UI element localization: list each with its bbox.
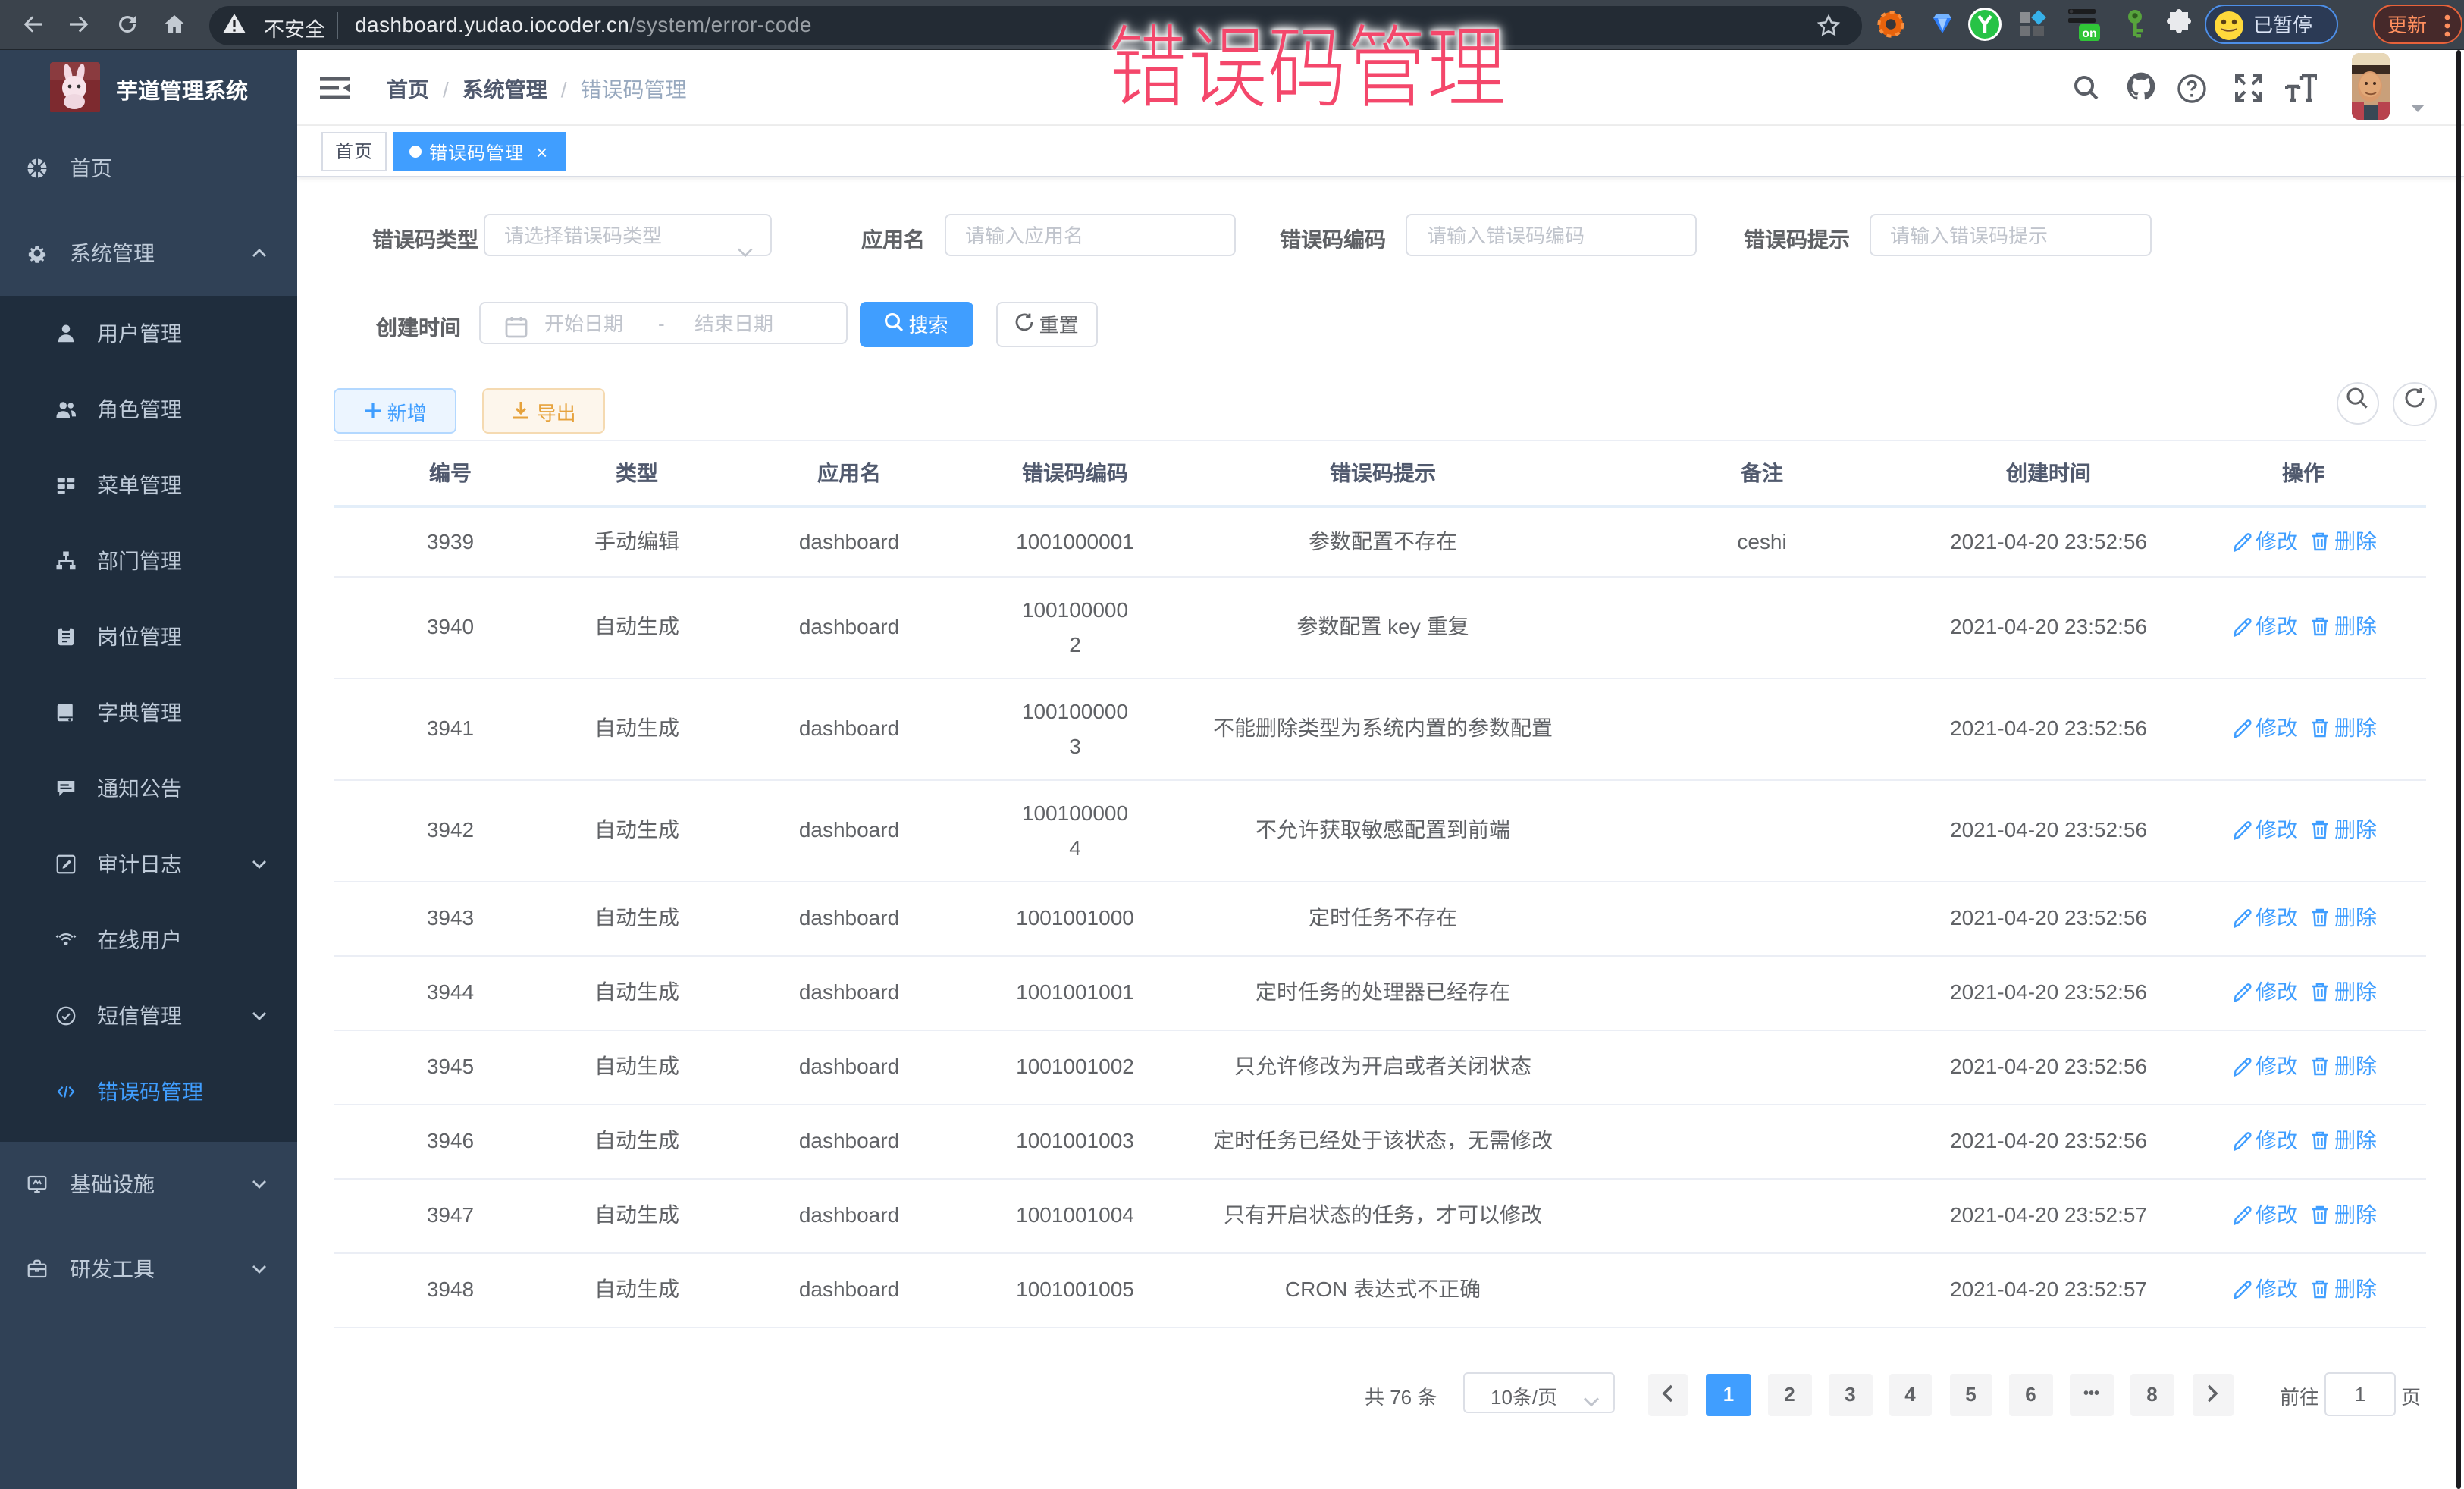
svg-text:on: on [2082, 27, 2097, 40]
